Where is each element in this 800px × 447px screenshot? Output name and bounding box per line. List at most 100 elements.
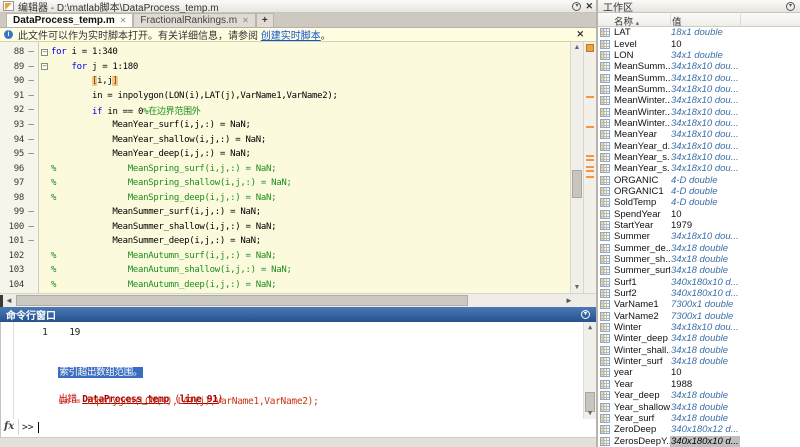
workspace-row[interactable]: ORGANIC4-D double [598,174,800,185]
warning-tick-icon[interactable] [586,176,594,178]
workspace-row[interactable]: MeanWinter...34x18x10 dou... [598,106,800,117]
new-tab-button[interactable]: + [256,13,274,27]
warning-tick-icon[interactable] [586,166,594,168]
workspace-row[interactable]: Surf2340x180x10 d... [598,288,800,299]
command-window-output[interactable]: 1 19 索引超出数组范围。 出错 DataProcess_temp (line… [0,322,596,419]
command-prompt[interactable]: fx >> [0,419,596,437]
line-number[interactable]: 92 [0,105,24,115]
code-area[interactable]: 88–−for i = 1:34089–− for j = 1:18090– [… [0,42,570,293]
line-number[interactable]: 103 [0,265,24,275]
breakpoint-margin[interactable]: – [24,91,38,101]
scroll-down-icon[interactable]: ▼ [584,408,596,419]
workspace-row[interactable]: SoldTemp4-D double [598,197,800,208]
line-number[interactable]: 100 [0,222,24,232]
line-number[interactable]: 90 [0,76,24,86]
editor-vertical-scrollbar[interactable]: ▲ ▼ [570,42,583,293]
tab-close-icon[interactable]: ✕ [242,16,249,25]
line-number[interactable]: 93 [0,120,24,130]
workspace-row[interactable]: Summer_surf34x18 double [598,265,800,276]
column-header-value[interactable]: 值 [672,14,682,28]
workspace-row[interactable]: VarName27300x1 double [598,311,800,322]
workspace-row[interactable]: Year_shallow34x18 double [598,401,800,412]
workspace-row[interactable]: Winter_shall...34x18 double [598,345,800,356]
workspace-row[interactable]: Year1988 [598,379,800,390]
tab-dataprocess-temp[interactable]: DataProcess_temp.m ✕ [6,13,133,27]
workspace-row[interactable]: Winter_deep34x18 double [598,333,800,344]
command-window-scrollbar[interactable]: ▲ ▼ [583,322,596,419]
breakpoint-margin[interactable]: – [24,149,38,159]
editor-menu-icon[interactable]: ▾ [572,2,581,11]
column-header-name[interactable]: 名称 ▴ [614,14,639,28]
infobar-close-icon[interactable]: ✕ [576,29,584,40]
line-number[interactable]: 98 [0,193,24,203]
workspace-row[interactable]: Summer_de...34x18 double [598,243,800,254]
breakpoint-margin[interactable]: – [24,105,38,115]
workspace-row[interactable]: MeanYear_s...34x18x10 dou... [598,152,800,163]
workspace-row[interactable]: MeanYear34x18x10 dou... [598,129,800,140]
workspace-row[interactable]: Winter34x18x10 dou... [598,322,800,333]
code-fold-icon[interactable]: − [41,49,48,56]
workspace-row[interactable]: Year_deep34x18 double [598,390,800,401]
workspace-row[interactable]: MeanSumm...34x18x10 dou... [598,72,800,83]
warning-tick-icon[interactable] [586,96,594,98]
column-divider[interactable] [740,14,741,25]
workspace-row[interactable]: Summer34x18x10 dou... [598,231,800,242]
fx-hint-button[interactable]: fx [4,421,14,432]
tab-fractionalrankings[interactable]: FractionalRankings.m ✕ [133,13,255,27]
tab-close-icon[interactable]: ✕ [120,16,127,25]
line-number[interactable]: 101 [0,236,24,246]
warning-tick-icon[interactable] [586,159,594,161]
breakpoint-margin[interactable]: – [24,236,38,246]
line-number[interactable]: 95 [0,149,24,159]
breakpoint-margin[interactable]: – [24,76,38,86]
line-number[interactable]: 91 [0,91,24,101]
workspace-row[interactable]: LON34x1 double [598,50,800,61]
workspace-row[interactable]: Surf1340x180x10 d... [598,277,800,288]
code-fold-icon[interactable]: − [41,63,48,70]
command-window-menu-icon[interactable]: ▾ [581,310,590,319]
warning-tick-icon[interactable] [586,126,594,128]
workspace-row[interactable]: Winter_surf34x18 double [598,356,800,367]
scrollbar-thumb[interactable] [16,295,468,306]
column-divider[interactable] [670,14,671,25]
workspace-row[interactable]: Level10 [598,38,800,49]
line-number[interactable]: 94 [0,135,24,145]
workspace-row[interactable]: MeanWinter...34x18x10 dou... [598,95,800,106]
breakpoint-margin[interactable]: – [24,222,38,232]
breakpoint-margin[interactable]: – [24,47,38,57]
workspace-row[interactable]: Summer_sh...34x18 double [598,254,800,265]
scroll-right-icon[interactable]: ► [565,294,573,307]
scroll-down-icon[interactable]: ▼ [571,282,583,293]
message-indicator-bar[interactable] [583,42,596,293]
workspace-row[interactable]: Year_surf34x18 double [598,413,800,424]
workspace-row[interactable]: StartYear1979 [598,220,800,231]
warning-tick-icon[interactable] [586,155,594,157]
workspace-row[interactable]: ORGANIC14-D double [598,186,800,197]
line-number[interactable]: 89 [0,62,24,72]
create-live-script-link[interactable]: 创建实时脚本 [261,27,321,42]
warning-tick-icon[interactable] [586,170,594,172]
workspace-row[interactable]: MeanYear_s...34x18x10 dou... [598,163,800,174]
scroll-left-icon[interactable]: ◄ [5,294,13,307]
indicator-summary-icon[interactable] [586,44,594,52]
workspace-row[interactable]: LAT18x1 double [598,27,800,38]
workspace-row[interactable]: MeanYear_d...34x18x10 dou... [598,140,800,151]
line-number[interactable]: 104 [0,280,24,290]
workspace-row[interactable]: MeanSumm...34x18x10 dou... [598,84,800,95]
line-number[interactable]: 102 [0,251,24,261]
workspace-row[interactable]: MeanSumm...34x18x10 dou... [598,61,800,72]
scroll-up-icon[interactable]: ▲ [571,42,583,53]
editor-horizontal-scrollbar[interactable]: ◄ ► [0,293,596,307]
workspace-row[interactable]: ZeroDeep340x180x12 d... [598,424,800,435]
scrollbar-thumb[interactable] [572,170,582,198]
scroll-up-icon[interactable]: ▲ [584,322,596,333]
workspace-menu-icon[interactable]: ▾ [786,2,795,11]
workspace-row[interactable]: VarName17300x1 double [598,299,800,310]
breakpoint-margin[interactable]: – [24,135,38,145]
workspace-row[interactable]: SpendYear10 [598,209,800,220]
breakpoint-margin[interactable]: – [24,62,38,72]
line-number[interactable]: 97 [0,178,24,188]
breakpoint-margin[interactable]: – [24,120,38,130]
workspace-row[interactable]: MeanWinter...34x18x10 dou... [598,118,800,129]
line-number[interactable]: 96 [0,164,24,174]
